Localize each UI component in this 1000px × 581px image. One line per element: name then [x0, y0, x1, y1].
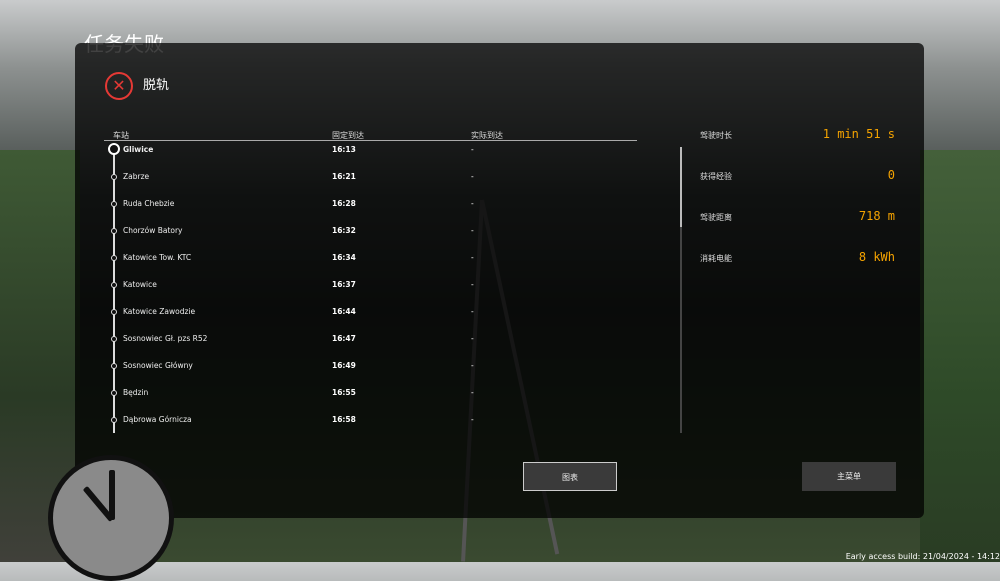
scheduled-arrival: 16:13 — [332, 145, 356, 154]
scheduled-arrival: 16:49 — [332, 361, 356, 370]
table-row: Katowice Zawodzie 16:44 - — [0, 305, 600, 319]
station-name: Będzin — [123, 388, 149, 397]
table-row: Katowice Tow. KTC 16:34 - — [0, 251, 600, 265]
stat-label: 消耗电能 — [700, 254, 732, 263]
stat-label: 获得经验 — [700, 172, 732, 181]
actual-arrival: - — [471, 415, 474, 424]
main-menu-button[interactable]: 主菜单 — [802, 462, 896, 491]
station-dot — [111, 201, 117, 207]
scrollbar[interactable] — [680, 147, 682, 433]
station-dot — [111, 174, 117, 180]
actual-arrival: - — [471, 172, 474, 181]
stat-row: 消耗电能 8 kWh — [700, 250, 895, 266]
station-name: Sosnowiec Gł. pzs R52 — [123, 334, 208, 343]
table-row: Dąbrowa Górnicza 16:58 - — [0, 413, 600, 427]
station-name: Katowice Zawodzie — [123, 307, 196, 316]
stat-row: 驾驶距离 718 m — [700, 209, 895, 225]
clock-icon — [48, 455, 174, 581]
scheduled-arrival: 16:34 — [332, 253, 356, 262]
scrollbar-thumb[interactable] — [680, 147, 682, 227]
scheduled-arrival: 16:47 — [332, 334, 356, 343]
station-name: Katowice Tow. KTC — [123, 253, 192, 262]
stat-label: 驾驶距离 — [700, 213, 732, 222]
header-divider — [104, 140, 637, 141]
station-dot — [111, 417, 117, 423]
station-name: Sosnowiec Główny — [123, 361, 193, 370]
table-row: Sosnowiec Gł. pzs R52 16:47 - — [0, 332, 600, 346]
station-name: Katowice — [123, 280, 157, 289]
stat-label: 驾驶时长 — [700, 131, 732, 140]
stat-value: 1 min 51 s — [822, 127, 895, 141]
scheduled-arrival: 16:58 — [332, 415, 356, 424]
station-name: Chorzów Batory — [123, 226, 183, 235]
station-name: Dąbrowa Górnicza — [123, 415, 192, 424]
stat-value: 718 m — [858, 209, 895, 223]
table-row: Katowice 16:37 - — [0, 278, 600, 292]
station-dot — [111, 228, 117, 234]
actual-arrival: - — [471, 307, 474, 316]
station-dot — [111, 363, 117, 369]
build-info: Early access build: 21/04/2024 - 14:12 — [845, 552, 1000, 561]
chart-button[interactable]: 图表 — [523, 462, 617, 491]
actual-arrival: - — [471, 253, 474, 262]
stat-value: 8 kWh — [858, 250, 895, 264]
scene-grass-right — [920, 150, 1000, 562]
scheduled-arrival: 16:55 — [332, 388, 356, 397]
station-name: Ruda Chebzie — [123, 199, 175, 208]
station-dot — [111, 390, 117, 396]
station-name: Zabrze — [123, 172, 150, 181]
actual-arrival: - — [471, 145, 474, 154]
station-name: Gliwice — [123, 145, 154, 154]
actual-arrival: - — [471, 226, 474, 235]
table-row: Chorzów Batory 16:32 - — [0, 224, 600, 238]
table-row: Zabrze 16:21 - — [0, 170, 600, 184]
station-dot — [111, 309, 117, 315]
station-dot — [111, 282, 117, 288]
table-row: Sosnowiec Główny 16:49 - — [0, 359, 600, 373]
actual-arrival: - — [471, 280, 474, 289]
scheduled-arrival: 16:37 — [332, 280, 356, 289]
table-row: Ruda Chebzie 16:28 - — [0, 197, 600, 211]
station-dot — [111, 336, 117, 342]
actual-arrival: - — [471, 388, 474, 397]
scheduled-arrival: 16:21 — [332, 172, 356, 181]
stat-row: 获得经验 0 — [700, 168, 895, 184]
scheduled-arrival: 16:32 — [332, 226, 356, 235]
table-row: Gliwice 16:13 - — [0, 143, 600, 157]
stat-value: 0 — [887, 168, 895, 182]
stat-row: 驾驶时长 1 min 51 s — [700, 127, 895, 143]
station-dot — [111, 255, 117, 261]
failure-reason: 脱轨 — [143, 78, 170, 93]
scheduled-arrival: 16:44 — [332, 307, 356, 316]
scheduled-arrival: 16:28 — [332, 199, 356, 208]
actual-arrival: - — [471, 361, 474, 370]
actual-arrival: - — [471, 199, 474, 208]
close-icon: ✕ — [105, 72, 133, 100]
station-dot — [108, 143, 120, 155]
actual-arrival: - — [471, 334, 474, 343]
table-row: Będzin 16:55 - — [0, 386, 600, 400]
